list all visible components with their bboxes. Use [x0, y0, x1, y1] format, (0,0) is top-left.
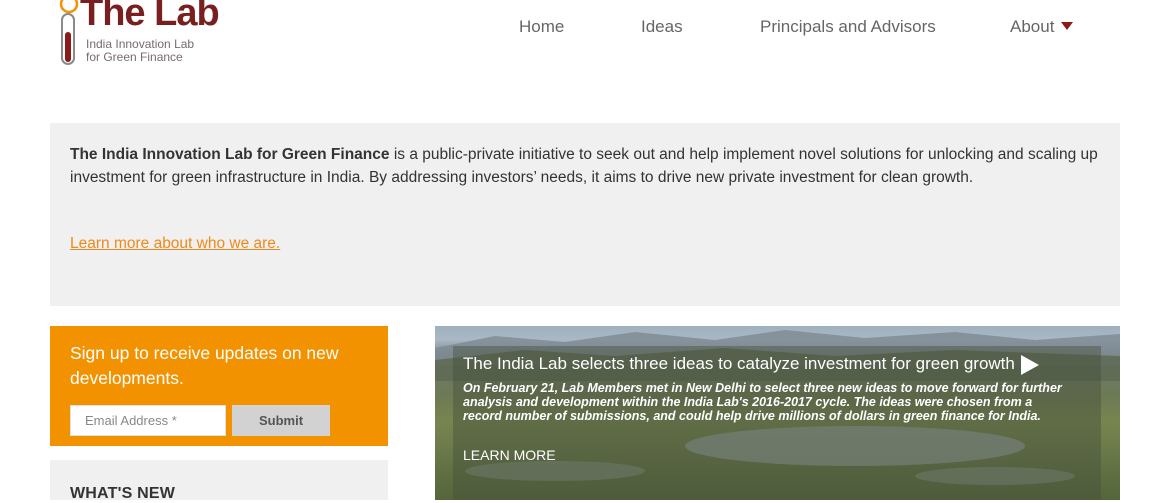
intro-panel: The India Innovation Lab for Green Finan… — [50, 123, 1120, 306]
signup-panel: Sign up to receive updates on new develo… — [50, 326, 388, 446]
nav-about-label: About — [1010, 17, 1055, 36]
submit-button[interactable]: Submit — [232, 405, 330, 436]
whats-new-panel: WHAT'S NEW — [50, 460, 388, 502]
logo-subtitle-line2: for Green Finance — [86, 50, 183, 64]
nav-principals-and-advisors[interactable]: Principals and Advisors — [760, 17, 936, 37]
nav-about[interactable]: About — [1010, 17, 1074, 37]
whats-new-title: WHAT'S NEW — [70, 485, 176, 502]
caret-down-icon — [1061, 21, 1074, 30]
hero-feature[interactable]: The India Lab selects three ideas to cat… — [435, 326, 1120, 500]
learn-more-link[interactable]: LEARN MORE — [463, 447, 556, 463]
nav-home[interactable]: Home — [519, 17, 564, 37]
signup-heading: Sign up to receive updates on new develo… — [70, 343, 339, 388]
intro-bold-lead: The India Innovation Lab for Green Finan… — [70, 146, 390, 163]
main-nav: Home Ideas Principals and Advisors About — [0, 17, 1170, 37]
hero-summary: On February 21, Lab Members met in New D… — [463, 381, 1062, 423]
email-address-input[interactable] — [70, 405, 226, 436]
intro-text: The India Innovation Lab for Green Finan… — [70, 143, 1100, 189]
nav-ideas[interactable]: Ideas — [641, 17, 683, 37]
play-arrow-icon[interactable] — [1021, 355, 1039, 375]
logo-subtitle: India Innovation Lab for Green Finance — [86, 38, 194, 64]
hero-title[interactable]: The India Lab selects three ideas to cat… — [463, 354, 1015, 374]
learn-more-about-link[interactable]: Learn more about who we are. — [70, 235, 280, 253]
